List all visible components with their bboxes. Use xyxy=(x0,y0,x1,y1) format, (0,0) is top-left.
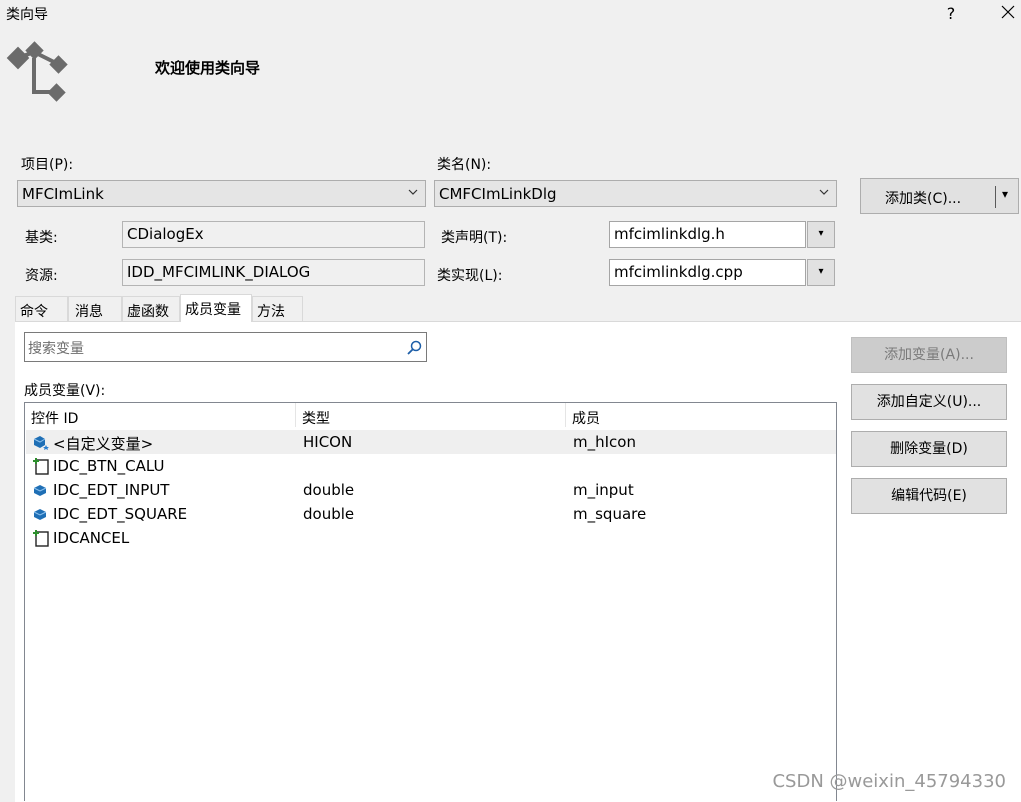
close-button[interactable] xyxy=(998,4,1018,24)
tab-commands[interactable]: 命令 xyxy=(15,296,68,321)
row-control-id: <自定义变量> xyxy=(53,435,154,453)
help-button[interactable]: ? xyxy=(941,4,961,24)
classname-label: 类名(N): xyxy=(437,157,492,173)
class-wizard-logo-icon xyxy=(6,40,70,110)
class-decl-label: 类声明(T): xyxy=(441,230,508,246)
base-class-label: 基类: xyxy=(25,230,58,246)
tab-member-variables[interactable]: 成员变量 xyxy=(180,294,252,322)
edit-variable-icon xyxy=(33,485,47,496)
search-icon[interactable] xyxy=(406,340,422,356)
edit-variable-icon xyxy=(33,509,47,520)
class-impl-dropdown[interactable]: ▾ xyxy=(807,259,835,286)
add-variable-button[interactable]: 添加变量(A)... xyxy=(851,337,1007,373)
search-input[interactable]: 搜索变量 xyxy=(24,332,427,362)
row-control-id: IDC_BTN_CALU xyxy=(53,457,165,475)
add-class-label: 添加类(C)... xyxy=(885,191,962,207)
column-header-member[interactable]: 成员 xyxy=(566,403,836,427)
class-decl-field[interactable]: mfcimlinkdlg.h xyxy=(609,221,806,248)
base-class-field: CDialogEx xyxy=(122,221,425,248)
button-control-icon xyxy=(33,458,49,475)
watermark: CSDN @weixin_45794330 xyxy=(772,771,1006,792)
resource-field: IDD_MFCIMLINK_DIALOG xyxy=(122,259,425,286)
row-type: double xyxy=(303,481,355,499)
split-divider xyxy=(995,186,996,208)
chevron-down-icon xyxy=(819,189,829,195)
button-control-icon xyxy=(33,530,49,547)
row-control-id: IDC_EDT_INPUT xyxy=(53,481,170,499)
column-header-control-id[interactable]: 控件 ID xyxy=(25,403,296,427)
tab-virtual-functions[interactable]: 虚函数 xyxy=(122,296,180,321)
class-impl-label: 类实现(L): xyxy=(437,268,503,284)
class-impl-field[interactable]: mfcimlinkdlg.cpp xyxy=(609,259,806,286)
banner-divider xyxy=(0,137,1021,138)
tab-methods[interactable]: 方法 xyxy=(252,296,303,321)
row-member: m_input xyxy=(573,481,634,499)
row-member: m_square xyxy=(573,505,647,523)
tab-messages[interactable]: 消息 xyxy=(68,296,122,321)
project-value: MFCImLink xyxy=(22,185,104,203)
chevron-down-icon xyxy=(408,189,418,195)
table-row[interactable]: IDC_EDT_SQUARE double m_square xyxy=(26,502,836,526)
window-title: 类向导 xyxy=(6,7,48,23)
table-row[interactable]: IDC_EDT_INPUT double m_input xyxy=(26,478,836,502)
members-list[interactable]: 控件 ID 类型 成员 <自定义变量> HICON m_hIcon IDC_BT… xyxy=(24,402,837,801)
row-member: m_hIcon xyxy=(573,433,636,451)
resource-label: 资源: xyxy=(25,268,58,284)
row-control-id: IDC_EDT_SQUARE xyxy=(53,505,188,523)
row-type: HICON xyxy=(303,433,353,451)
add-class-dropdown-icon[interactable]: ▾ xyxy=(1002,187,1008,201)
classname-combo[interactable]: CMFCImLinkDlg xyxy=(434,180,837,207)
row-type: double xyxy=(303,505,355,523)
classname-value: CMFCImLinkDlg xyxy=(439,185,557,203)
project-label: 项目(P): xyxy=(21,157,74,173)
members-label: 成员变量(V): xyxy=(24,383,106,399)
delete-variable-button[interactable]: 删除变量(D) xyxy=(851,431,1007,467)
add-custom-button[interactable]: 添加自定义(U)... xyxy=(851,384,1007,420)
row-control-id: IDCANCEL xyxy=(53,529,130,547)
table-row[interactable]: <自定义变量> HICON m_hIcon xyxy=(26,430,836,454)
edit-code-button[interactable]: 编辑代码(E) xyxy=(851,478,1007,514)
table-row[interactable]: IDC_BTN_CALU xyxy=(26,454,836,478)
column-header-type[interactable]: 类型 xyxy=(296,403,566,427)
table-row[interactable]: IDCANCEL xyxy=(26,526,836,550)
search-placeholder: 搜索变量 xyxy=(28,341,84,357)
class-decl-dropdown[interactable]: ▾ xyxy=(807,221,835,248)
project-combo[interactable]: MFCImLink xyxy=(17,180,426,207)
add-class-button[interactable]: 添加类(C)... ▾ xyxy=(860,178,1019,214)
close-icon xyxy=(1001,5,1015,19)
custom-variable-icon xyxy=(33,436,49,450)
banner-title: 欢迎使用类向导 xyxy=(155,59,261,77)
